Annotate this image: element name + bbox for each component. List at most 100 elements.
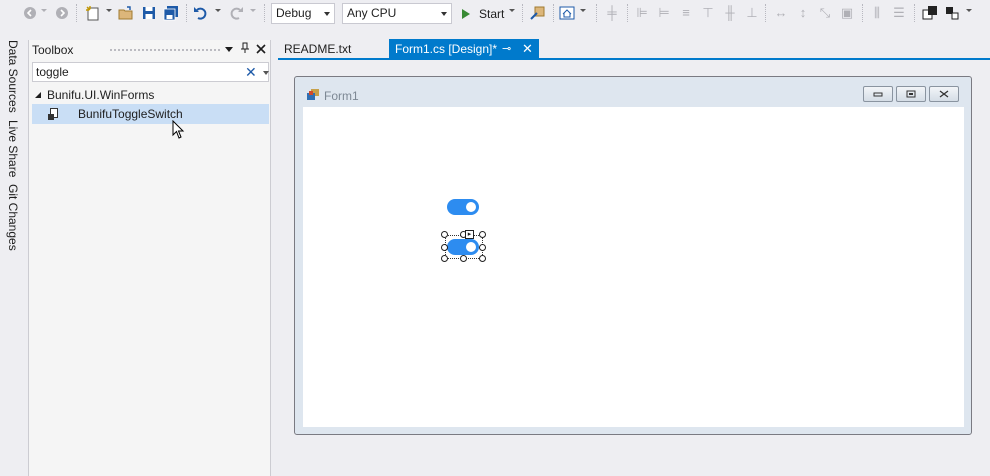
platform-combo[interactable]: Any CPU xyxy=(342,3,452,24)
make-same-width-icon[interactable]: ↔ xyxy=(773,5,789,21)
chevron-down-icon[interactable] xyxy=(263,71,269,75)
toggle-switch-selected[interactable] xyxy=(447,239,479,255)
toolbar-separator xyxy=(522,4,523,22)
bring-to-front-icon[interactable] xyxy=(922,5,938,21)
new-item-icon[interactable] xyxy=(85,5,101,21)
search-value: toggle xyxy=(36,65,69,79)
forward-icon[interactable] xyxy=(54,5,70,21)
new-item-dropdown-icon[interactable] xyxy=(106,9,112,12)
start-dropdown-icon[interactable] xyxy=(509,9,515,12)
side-tab-git-changes[interactable]: Git Changes xyxy=(6,184,20,251)
expanded-triangle-icon[interactable] xyxy=(35,92,41,98)
toolbar-overflow-icon[interactable] xyxy=(966,9,972,12)
side-tab-strip: Data Sources Live Share Git Changes xyxy=(0,38,27,476)
toolbox-item-label: BunifuToggleSwitch xyxy=(78,107,183,121)
form-window[interactable]: Form1 ▸ xyxy=(294,76,972,435)
resize-handle[interactable] xyxy=(460,255,467,262)
configuration-combo[interactable]: Debug xyxy=(271,3,335,24)
send-to-back-icon[interactable] xyxy=(944,5,960,21)
toolbar-separator xyxy=(862,4,863,22)
redo-icon[interactable] xyxy=(228,5,244,21)
toolbox-header: Toolbox xyxy=(29,40,270,60)
toolbox-title: Toolbox xyxy=(32,43,74,57)
horizontal-spacing-icon[interactable]: ⫼ xyxy=(869,5,885,21)
side-tab-data-sources[interactable]: Data Sources xyxy=(6,40,20,113)
toolbar-separator xyxy=(627,4,628,22)
back-dropdown-icon[interactable] xyxy=(41,9,47,12)
window-position-icon[interactable] xyxy=(222,42,236,58)
back-icon[interactable] xyxy=(22,5,38,21)
close-icon[interactable]: ✕ xyxy=(522,39,533,59)
minimize-button[interactable] xyxy=(863,86,893,102)
resize-handle[interactable] xyxy=(441,244,448,251)
toggle-knob xyxy=(466,202,476,212)
main-toolbar: Debug Any CPU Start ╪ ⊫ ⊨ ≡ ⊤ ╫ ⊥ ↔ ↕ ⤡ … xyxy=(0,0,990,27)
make-same-size-icon[interactable]: ⤡ xyxy=(817,5,833,21)
save-icon[interactable] xyxy=(141,5,157,21)
toolbox-group[interactable]: Bunifu.UI.WinForms xyxy=(35,86,154,104)
make-same-height-icon[interactable]: ↕ xyxy=(795,5,811,21)
undo-icon[interactable] xyxy=(193,5,209,21)
toggle-switch[interactable] xyxy=(447,199,479,215)
redo-dropdown-icon[interactable] xyxy=(250,9,256,12)
home-icon[interactable] xyxy=(559,5,575,21)
toolbar-separator xyxy=(914,4,915,22)
chevron-down-icon xyxy=(324,12,330,16)
platform-value: Any CPU xyxy=(347,6,397,20)
open-file-icon[interactable] xyxy=(118,5,134,21)
form-close-button[interactable] xyxy=(929,86,959,102)
home-dropdown-icon[interactable] xyxy=(580,9,586,12)
save-all-icon[interactable] xyxy=(163,5,179,21)
form-icon xyxy=(307,89,319,100)
toolbox-panel: Toolbox toggle ✕ Bunifu.UI.WinForms Buni… xyxy=(28,40,271,476)
minimize-icon xyxy=(873,92,883,97)
form-client-area[interactable]: ▸ xyxy=(303,107,964,427)
start-button[interactable]: Start xyxy=(458,4,504,23)
drag-grip[interactable] xyxy=(109,48,220,53)
toolbox-item-toggle-switch[interactable]: BunifuToggleSwitch xyxy=(32,104,269,124)
mouse-cursor-icon xyxy=(172,120,185,139)
side-tab-live-share[interactable]: Live Share xyxy=(6,120,20,177)
align-middles-icon[interactable]: ╫ xyxy=(722,5,738,21)
start-label: Start xyxy=(479,6,505,21)
document-tab-well: README.txt Form1.cs [Design]* ⊸ ✕ xyxy=(278,38,990,60)
resize-handle[interactable] xyxy=(441,231,448,238)
align-bottoms-icon[interactable]: ⊥ xyxy=(744,5,760,21)
toolbar-separator xyxy=(264,4,265,22)
clear-search-icon[interactable]: ✕ xyxy=(245,63,257,81)
play-icon xyxy=(462,8,470,19)
toolbar-separator xyxy=(186,4,187,22)
close-icon xyxy=(939,90,949,98)
tab-form1-design[interactable]: Form1.cs [Design]* ⊸ ✕ xyxy=(389,39,539,59)
toolbox-group-label: Bunifu.UI.WinForms xyxy=(47,88,155,102)
toolbox-search-input[interactable]: toggle ✕ xyxy=(32,62,269,82)
resize-handle[interactable] xyxy=(479,244,486,251)
toolbar-separator xyxy=(76,4,77,22)
maximize-icon xyxy=(906,90,916,98)
toolbar-separator xyxy=(553,4,554,22)
resize-handle[interactable] xyxy=(441,255,448,262)
align-centers-icon[interactable]: ⊨ xyxy=(656,5,672,21)
align-lefts-icon[interactable]: ⊫ xyxy=(634,5,650,21)
vertical-spacing-icon[interactable]: ☰ xyxy=(891,5,907,21)
maximize-button[interactable] xyxy=(896,86,926,102)
tab-label: README.txt xyxy=(284,42,352,56)
form-titlebar: Form1 xyxy=(295,77,971,107)
undo-dropdown-icon[interactable] xyxy=(215,9,221,12)
smart-tag-icon[interactable]: ▸ xyxy=(465,230,474,239)
align-to-grid-icon[interactable]: ╪ xyxy=(604,5,620,21)
close-icon[interactable] xyxy=(254,42,268,58)
size-to-grid-icon[interactable]: ▣ xyxy=(839,5,855,21)
resize-handle[interactable] xyxy=(479,231,486,238)
align-tops-icon[interactable]: ⊤ xyxy=(700,5,716,21)
pin-icon[interactable] xyxy=(238,42,252,58)
component-icon xyxy=(48,107,62,121)
toolbar-separator xyxy=(596,4,597,22)
tab-readme[interactable]: README.txt xyxy=(278,39,358,59)
resize-handle[interactable] xyxy=(479,255,486,262)
align-rights-icon[interactable]: ≡ xyxy=(678,5,694,21)
toolbar-separator xyxy=(765,4,766,22)
attach-icon[interactable] xyxy=(529,5,545,21)
configuration-value: Debug xyxy=(276,6,312,20)
pin-icon[interactable]: ⊸ xyxy=(502,39,511,59)
